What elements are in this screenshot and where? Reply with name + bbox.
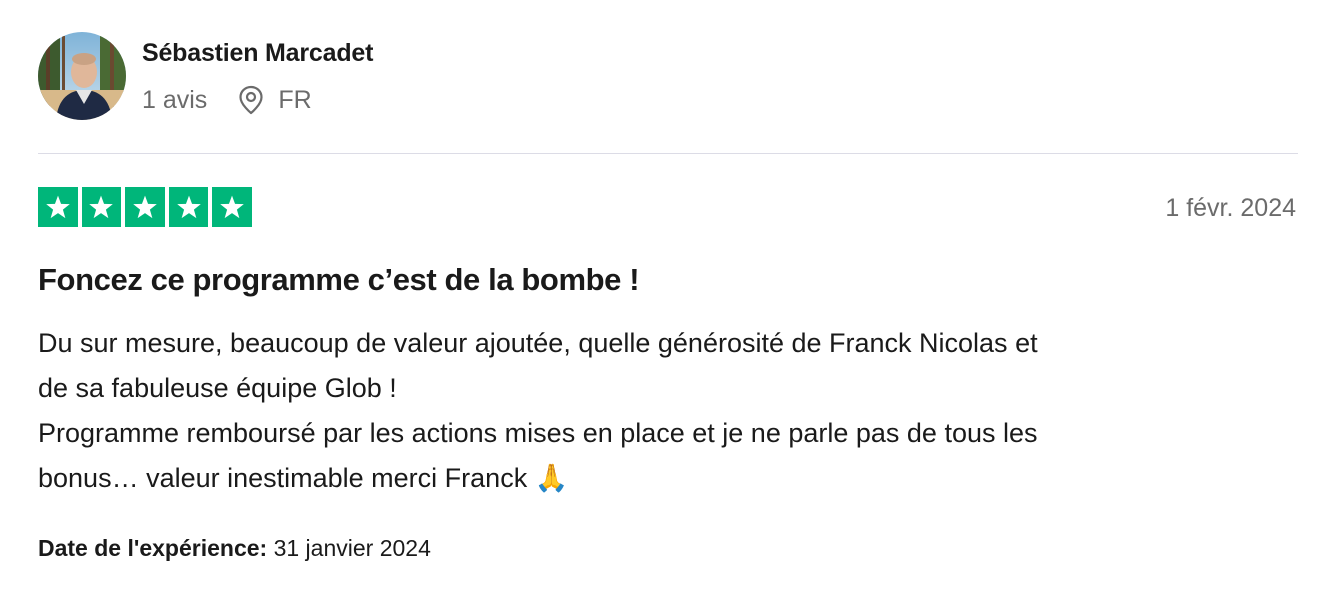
star-box [81, 187, 122, 227]
experience-date-row: Date de l'expérience: 31 janvier 2024 [38, 535, 431, 562]
review-card: Sébastien Marcadet 1 avis FR 1 févr. 202… [38, 0, 1298, 594]
review-date: 1 févr. 2024 [1165, 194, 1296, 222]
experience-date-value: 31 janvier 2024 [273, 535, 431, 561]
star-rating [38, 187, 252, 227]
star-icon [89, 195, 114, 219]
star-box [168, 187, 209, 227]
reviewer-name[interactable]: Sébastien Marcadet [142, 39, 373, 68]
review-body-line: bonus… valeur inestimable merci Franck 🙏 [38, 463, 569, 493]
review-body-line: de sa fabuleuse équipe Glob ! [38, 373, 397, 403]
star-icon [133, 195, 157, 219]
reviewer-country: FR [278, 85, 312, 114]
avatar-photo-icon [38, 32, 126, 120]
divider [38, 153, 1298, 154]
review-body-line: Programme remboursé par les actions mise… [38, 418, 1038, 448]
experience-date-label: Date de l'expérience: [38, 535, 268, 561]
star-box [125, 187, 165, 227]
star-box [38, 187, 78, 227]
star-icon [220, 195, 244, 219]
review-title[interactable]: Foncez ce programme c’est de la bombe ! [38, 262, 640, 298]
star-box [212, 187, 252, 227]
reviewer-header: Sébastien Marcadet 1 avis FR [38, 32, 1298, 122]
review-body-line: Du sur mesure, beaucoup de valeur ajouté… [38, 328, 1038, 358]
reviewer-location: FR [238, 85, 312, 115]
review-body: Du sur mesure, beaucoup de valeur ajouté… [38, 321, 1278, 501]
star-icon [46, 195, 70, 219]
star-icon [176, 195, 201, 219]
reviewer-meta: 1 avis FR [142, 84, 312, 116]
location-pin-icon [238, 85, 264, 115]
reviews-count: 1 avis [142, 85, 208, 114]
avatar[interactable] [38, 32, 126, 120]
